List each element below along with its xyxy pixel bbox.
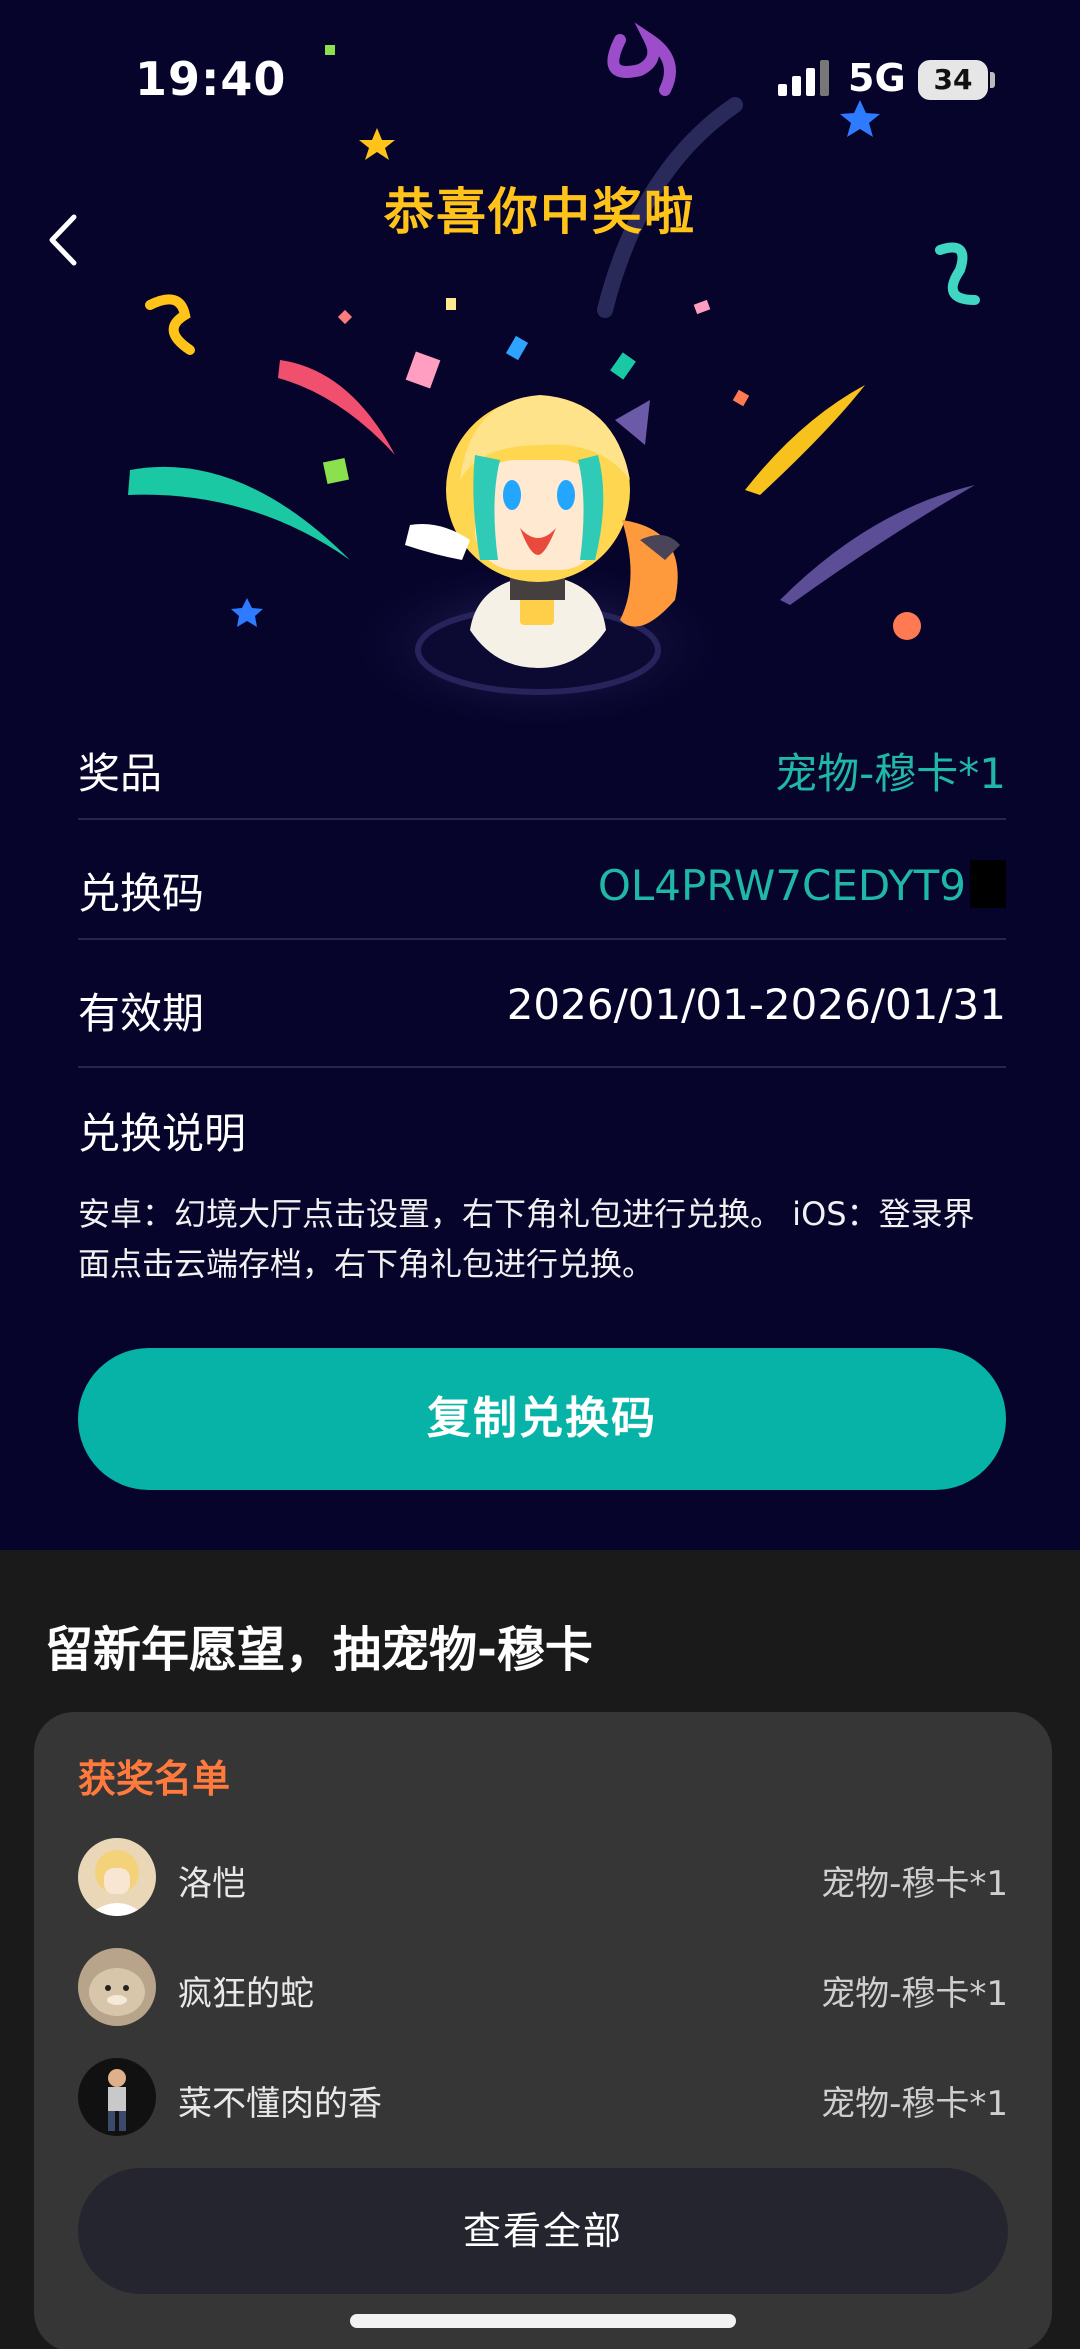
detail-label: 有效期 (78, 989, 205, 1038)
prize-details: 奖品 宠物-穆卡*1 兑换码 OL4PRW7CEDYT9 有效期 2026/01… (78, 700, 1006, 1068)
redeem-code-text: OL4PRW7CEDYT9 (597, 861, 966, 910)
status-time: 19:40 (135, 52, 287, 106)
home-indicator[interactable] (350, 2314, 736, 2328)
winner-prize: 宠物-穆卡*1 (821, 1864, 1008, 1904)
winner-prize: 宠物-穆卡*1 (821, 1974, 1008, 2014)
winner-prize: 宠物-穆卡*1 (821, 2084, 1008, 2124)
winner-row: 疯狂的蛇 宠物-穆卡*1 (78, 1948, 1008, 2028)
detail-row-validity: 有效期 2026/01/01-2026/01/31 (78, 940, 1006, 1068)
prize-value: 宠物-穆卡*1 (775, 749, 1006, 798)
view-all-button[interactable]: 查看全部 (78, 2168, 1008, 2294)
winners-list-title: 获奖名单 (78, 1757, 231, 1801)
winner-row: 洛恺 宠物-穆卡*1 (78, 1838, 1008, 1918)
avatar (78, 2058, 156, 2136)
detail-row-prize: 奖品 宠物-穆卡*1 (78, 700, 1006, 820)
instructions-title: 兑换说明 (78, 1109, 247, 1158)
winner-name: 疯狂的蛇 (178, 1974, 314, 2014)
detail-label: 奖品 (78, 749, 163, 798)
prize-panel: 19:40 5G 34 恭喜你中奖啦 奖品 宠物-穆卡*1 兑换码 OL4PRW… (0, 0, 1080, 1550)
winner-row: 菜不懂肉的香 宠物-穆卡*1 (78, 2058, 1008, 2138)
copy-code-button[interactable]: 复制兑换码 (78, 1348, 1006, 1490)
detail-label: 兑换码 (78, 869, 205, 918)
validity-value: 2026/01/01-2026/01/31 (506, 980, 1006, 1029)
winner-name: 菜不懂肉的香 (178, 2084, 382, 2124)
instructions-text: 安卓：幻境大厅点击设置，右下角礼包进行兑换。 iOS：登录界面点击云端存档，右下… (78, 1195, 975, 1283)
campaign-title: 留新年愿望，抽宠物-穆卡 (45, 1622, 593, 1678)
battery-tip (990, 72, 995, 88)
redaction-mark (970, 860, 1006, 908)
signal-icon (778, 60, 829, 96)
winner-name: 洛恺 (178, 1864, 246, 1904)
winners-card: 获奖名单 洛恺 宠物-穆卡*1 疯狂的蛇 宠物-穆卡*1 菜不懂肉的香 宠物-穆… (34, 1712, 1052, 2349)
page-title: 恭喜你中奖啦 (384, 183, 696, 241)
detail-row-code: 兑换码 OL4PRW7CEDYT9 (78, 820, 1006, 940)
status-bar: 19:40 5G 34 (0, 0, 1080, 160)
redeem-code-value[interactable]: OL4PRW7CEDYT9 (598, 860, 1006, 910)
battery-icon: 34 (918, 60, 988, 100)
avatar (78, 1948, 156, 2026)
avatar (78, 1838, 156, 1916)
redeem-instructions: 兑换说明 安卓：幻境大厅点击设置，右下角礼包进行兑换。 iOS：登录界面点击云端… (78, 1100, 1006, 1289)
network-type: 5G (848, 56, 906, 100)
